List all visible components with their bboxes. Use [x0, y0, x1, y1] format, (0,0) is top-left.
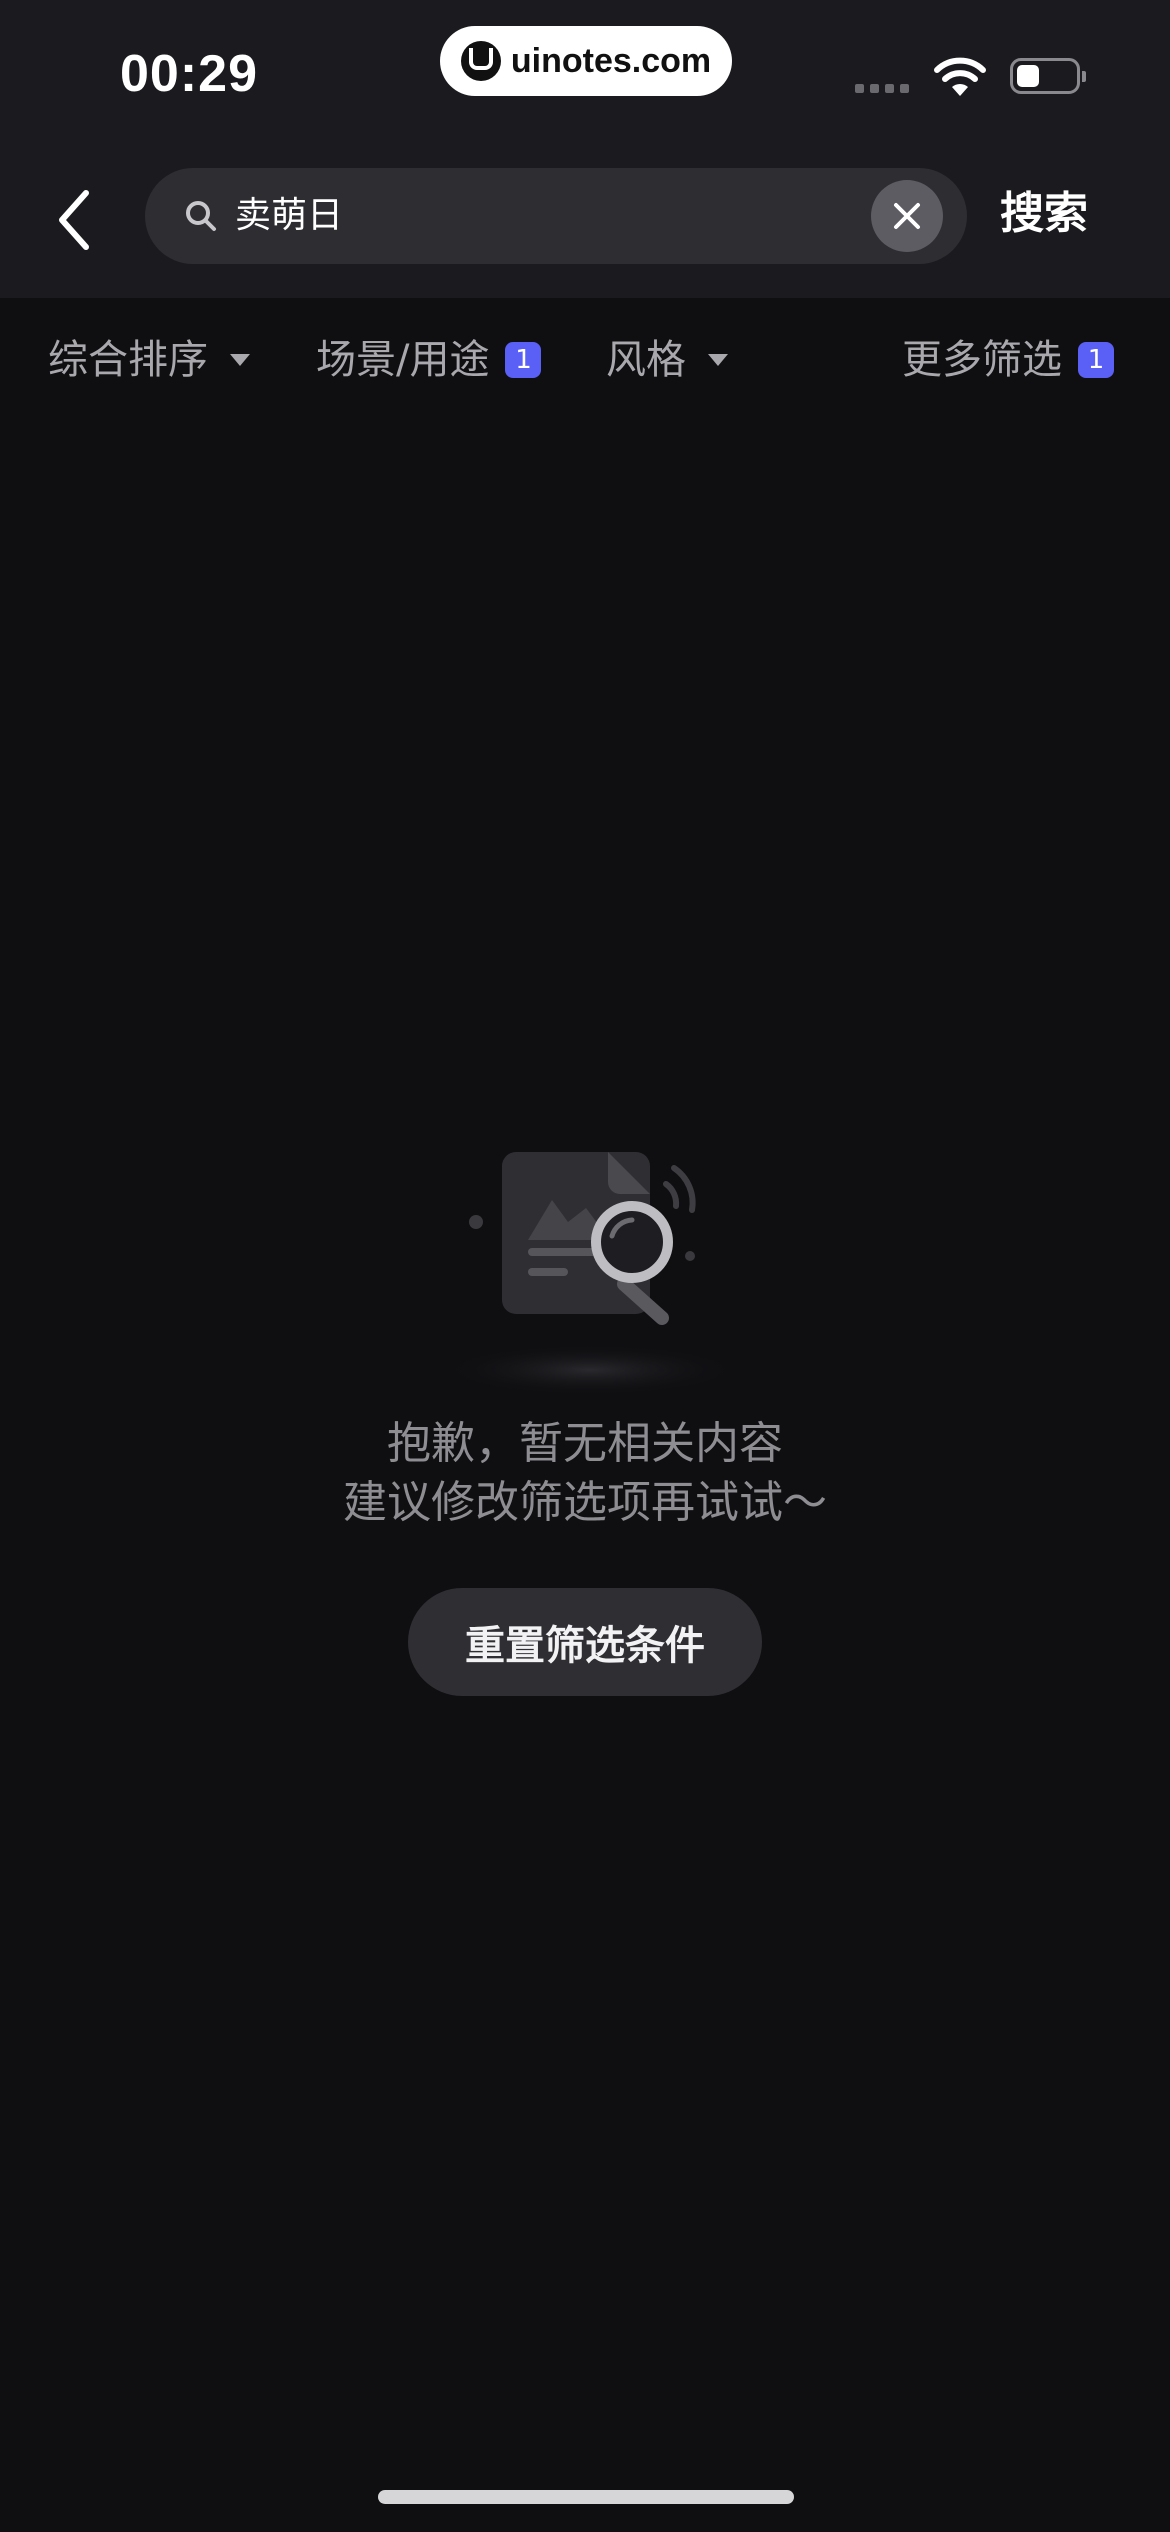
- watermark-text: uinotes.com: [510, 41, 712, 80]
- filter-label: 场景/用途: [316, 337, 490, 383]
- caret-down-icon: [708, 354, 728, 366]
- filter-count-badge: 1: [505, 342, 542, 378]
- wifi-icon: [934, 57, 986, 96]
- filter-scene[interactable]: 场景/用途 1: [316, 332, 542, 388]
- status-time: 00:29: [120, 45, 258, 103]
- search-query-text: 卖萌日: [235, 195, 344, 236]
- filter-sort[interactable]: 综合排序: [48, 332, 250, 388]
- filter-more[interactable]: 更多筛选 1: [902, 332, 1114, 388]
- no-results-illustration-icon: [440, 1152, 740, 1396]
- clear-search-button[interactable]: [871, 180, 943, 252]
- filter-label: 综合排序: [48, 337, 208, 383]
- search-header: 卖萌日 搜索: [0, 150, 1170, 298]
- chevron-left-icon: [59, 190, 89, 250]
- home-indicator[interactable]: [378, 2490, 794, 2504]
- back-button[interactable]: [44, 180, 104, 260]
- search-input[interactable]: 卖萌日: [145, 168, 967, 264]
- battery-icon: [1010, 58, 1086, 94]
- close-icon: [894, 203, 920, 229]
- caret-down-icon: [230, 354, 250, 366]
- empty-state-subtitle: 建议修改筛选项再试试～: [343, 1477, 827, 1528]
- filter-style[interactable]: 风格: [606, 332, 728, 388]
- status-bar: 00:29 uinotes.com: [0, 0, 1170, 150]
- reset-filters-button[interactable]: 重置筛选条件: [408, 1588, 762, 1696]
- cellular-signal-icon: [855, 84, 909, 93]
- filter-count-badge: 1: [1078, 342, 1114, 378]
- search-icon: [186, 201, 216, 231]
- watermark-badge: uinotes.com: [440, 26, 732, 96]
- watermark-logo-icon: [460, 41, 501, 81]
- filter-label: 风格: [606, 337, 686, 383]
- filter-bar: 综合排序 场景/用途 1 风格 更多筛选 1: [0, 298, 1170, 422]
- filter-label: 更多筛选: [902, 337, 1062, 383]
- empty-state-title: 抱歉，暂无相关内容: [387, 1418, 783, 1469]
- search-button[interactable]: 搜索: [1000, 184, 1088, 244]
